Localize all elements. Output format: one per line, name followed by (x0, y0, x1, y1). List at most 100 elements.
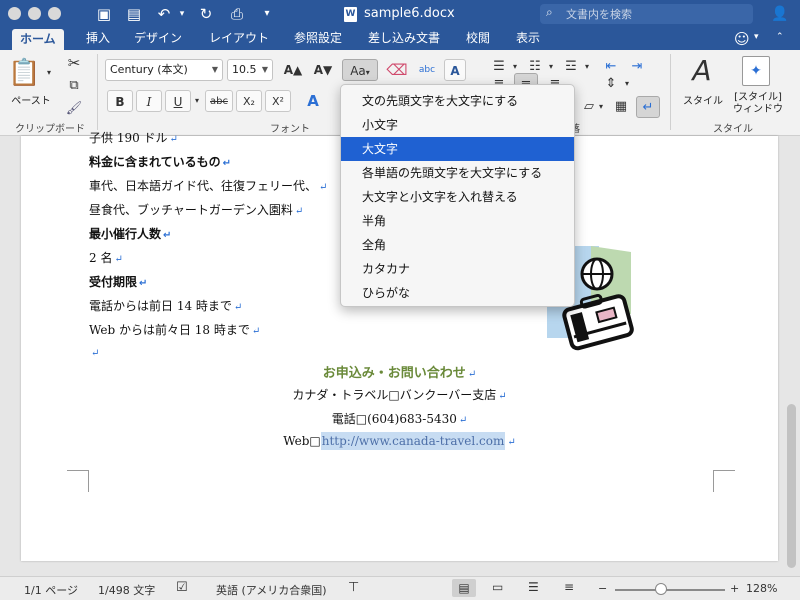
line-spacing-icon[interactable]: ⇕ (600, 73, 622, 95)
language-indicator[interactable]: 英語 (アメリカ合衆国) (216, 582, 327, 598)
menu-item-lowercase[interactable]: 小文字 (341, 113, 574, 137)
show-formatting-marks-icon[interactable]: ↵ (636, 96, 660, 118)
zoom-level[interactable]: 128% (746, 582, 777, 595)
bold-button[interactable]: B (107, 90, 133, 112)
menu-item-half-width[interactable]: 半角 (341, 209, 574, 233)
chevron-down-icon[interactable]: ▾ (582, 56, 592, 78)
superscript-button[interactable]: X² (265, 90, 291, 112)
minimize-window-button[interactable] (28, 7, 41, 20)
paragraph-mark: ↵ (222, 158, 232, 169)
close-window-button[interactable] (8, 7, 21, 20)
zoom-in-icon[interactable]: + (730, 582, 739, 595)
paste-dropdown-icon[interactable]: ▾ (44, 62, 54, 84)
paste-icon[interactable]: 📋 (8, 56, 40, 90)
track-changes-icon[interactable]: ⊤ (348, 580, 359, 595)
font-group-label: フォント (270, 124, 310, 135)
feedback-dropdown-icon[interactable]: ▾ (754, 32, 759, 42)
styles-pane-icon[interactable]: ✦ (742, 56, 770, 86)
grow-font-button[interactable]: A▲ (280, 59, 306, 81)
styles-gallery-icon[interactable]: A (682, 54, 722, 88)
contact-web-line: Web□http://www.canada-travel.com ↵ (21, 432, 778, 450)
feedback-smiley-icon[interactable]: ☺ (734, 30, 750, 48)
web-layout-view-icon[interactable]: ▭ (492, 580, 503, 594)
print-layout-view-icon[interactable]: ▤ (452, 579, 476, 597)
font-name-value: Century (本文) (110, 63, 188, 76)
contact-company: カナダ・トラベル□バンクーバー支店 (292, 388, 497, 402)
ribbon-separator (97, 54, 98, 130)
document-line: 車代、日本語ガイド代、往復フェリー代、 ↵ (89, 177, 327, 194)
print-icon[interactable]: ⎙ (226, 4, 248, 24)
tab-mailings[interactable]: 差し込み文書 (368, 28, 440, 50)
tab-home[interactable]: ホーム (12, 29, 64, 50)
status-bar: 1/1 ページ 1/498 文字 ☑ 英語 (アメリカ合衆国) ⊤ ▤ ▭ ☰ … (0, 576, 800, 600)
outline-view-icon[interactable]: ☰ (528, 580, 539, 594)
menu-item-full-width[interactable]: 全角 (341, 233, 574, 257)
undo-icon[interactable]: ↶ (154, 4, 174, 24)
tab-layout[interactable]: レイアウト (209, 28, 269, 50)
save-icon[interactable]: ▤ (124, 4, 144, 24)
document-search-box[interactable]: ⌕ (540, 4, 753, 24)
ribbon-separator (670, 54, 671, 130)
underline-dropdown-icon[interactable]: ▾ (192, 90, 202, 112)
search-input[interactable] (566, 6, 746, 22)
change-case-button[interactable]: Aa▾ (342, 59, 378, 81)
italic-button[interactable]: I (136, 90, 162, 112)
menu-item-capitalize-each-word[interactable]: 各単語の先頭文字を大文字にする (341, 161, 574, 185)
zoom-window-button[interactable] (48, 7, 61, 20)
contact-url-link[interactable]: http://www.canada-travel.com (320, 432, 506, 450)
borders-icon[interactable]: ▦ (610, 96, 632, 118)
styles-button-label[interactable]: スタイル (678, 92, 728, 107)
paragraph-mark: ↵ (169, 134, 178, 145)
document-area[interactable]: 子供 190 ドル ↵ 料金に含まれているもの ↵ 車代、日本語ガイド代、往復フェリー代… (0, 84, 800, 576)
zoom-slider-knob[interactable] (655, 583, 668, 595)
menu-item-sentence-case[interactable]: 文の先頭文字を大文字にする (341, 89, 574, 113)
sidebar-toggle-icon[interactable]: ▣ (94, 4, 114, 24)
paste-button-label[interactable]: ペースト (8, 92, 54, 107)
font-size-value: 10.5 (232, 63, 257, 76)
menu-item-katakana[interactable]: カタカナ (341, 257, 574, 281)
tab-design[interactable]: デザイン (134, 28, 182, 50)
cut-icon[interactable]: ✂ (64, 52, 84, 74)
clipboard-group-label: クリップボード (15, 124, 85, 135)
undo-dropdown-icon[interactable]: ▾ (176, 4, 188, 24)
phonetic-guide-button[interactable]: abc (414, 59, 440, 81)
tab-insert[interactable]: 挿入 (86, 28, 110, 50)
text-effects-icon[interactable]: A (298, 90, 328, 112)
collapse-ribbon-icon[interactable]: ⌃ (776, 32, 784, 42)
contact-heading: お申込み・お問い合わせ (322, 366, 466, 381)
tab-review[interactable]: 校閲 (466, 28, 490, 50)
word-count[interactable]: 1/498 文字 (98, 582, 155, 598)
styles-pane-button-label[interactable]: [スタイル] ウィンドウ (730, 92, 786, 116)
copy-icon[interactable]: ⧉ (64, 75, 84, 97)
customize-toolbar-icon[interactable]: ▾ (260, 4, 274, 24)
chevron-down-icon[interactable]: ▾ (596, 96, 606, 118)
chevron-down-icon[interactable]: ▾ (622, 73, 632, 95)
redo-icon[interactable]: ↻ (196, 4, 216, 24)
menu-item-hiragana[interactable]: ひらがな (341, 281, 574, 305)
shrink-font-button[interactable]: A▼ (310, 59, 336, 81)
chevron-down-icon: ▼ (211, 65, 218, 74)
tab-references[interactable]: 参照設定 (294, 28, 342, 50)
share-user-icon[interactable]: 👤 (768, 4, 792, 24)
strikethrough-button[interactable]: abc (205, 90, 233, 112)
menu-item-toggle-case[interactable]: 大文字と小文字を入れ替える (341, 185, 574, 209)
proofing-icon[interactable]: ☑ (176, 580, 188, 595)
font-name-combo[interactable]: Century (本文) ▼ (105, 59, 223, 81)
document-line: 2 名 ↵ (89, 249, 123, 266)
clear-formatting-icon[interactable]: ⌫ (384, 59, 410, 81)
draft-view-icon[interactable]: ≡ (564, 580, 574, 594)
margin-crop-mark (713, 470, 735, 492)
zoom-out-icon[interactable]: − (598, 582, 607, 595)
zoom-slider-track[interactable] (615, 589, 725, 591)
vertical-scrollbar[interactable] (787, 404, 796, 568)
tab-view[interactable]: 表示 (516, 28, 540, 50)
styles-pane-label-line2: ウィンドウ (733, 104, 783, 115)
document-line: 子供 190 ドル ↵ (89, 129, 178, 146)
font-size-combo[interactable]: 10.5 ▼ (227, 59, 273, 81)
format-painter-icon[interactable]: 🖌 (64, 98, 84, 120)
page-count[interactable]: 1/1 ページ (24, 582, 78, 598)
menu-item-uppercase[interactable]: 大文字 (341, 137, 574, 161)
underline-button[interactable]: U (165, 90, 191, 112)
character-border-button[interactable]: A (444, 59, 466, 81)
subscript-button[interactable]: X₂ (236, 90, 262, 112)
